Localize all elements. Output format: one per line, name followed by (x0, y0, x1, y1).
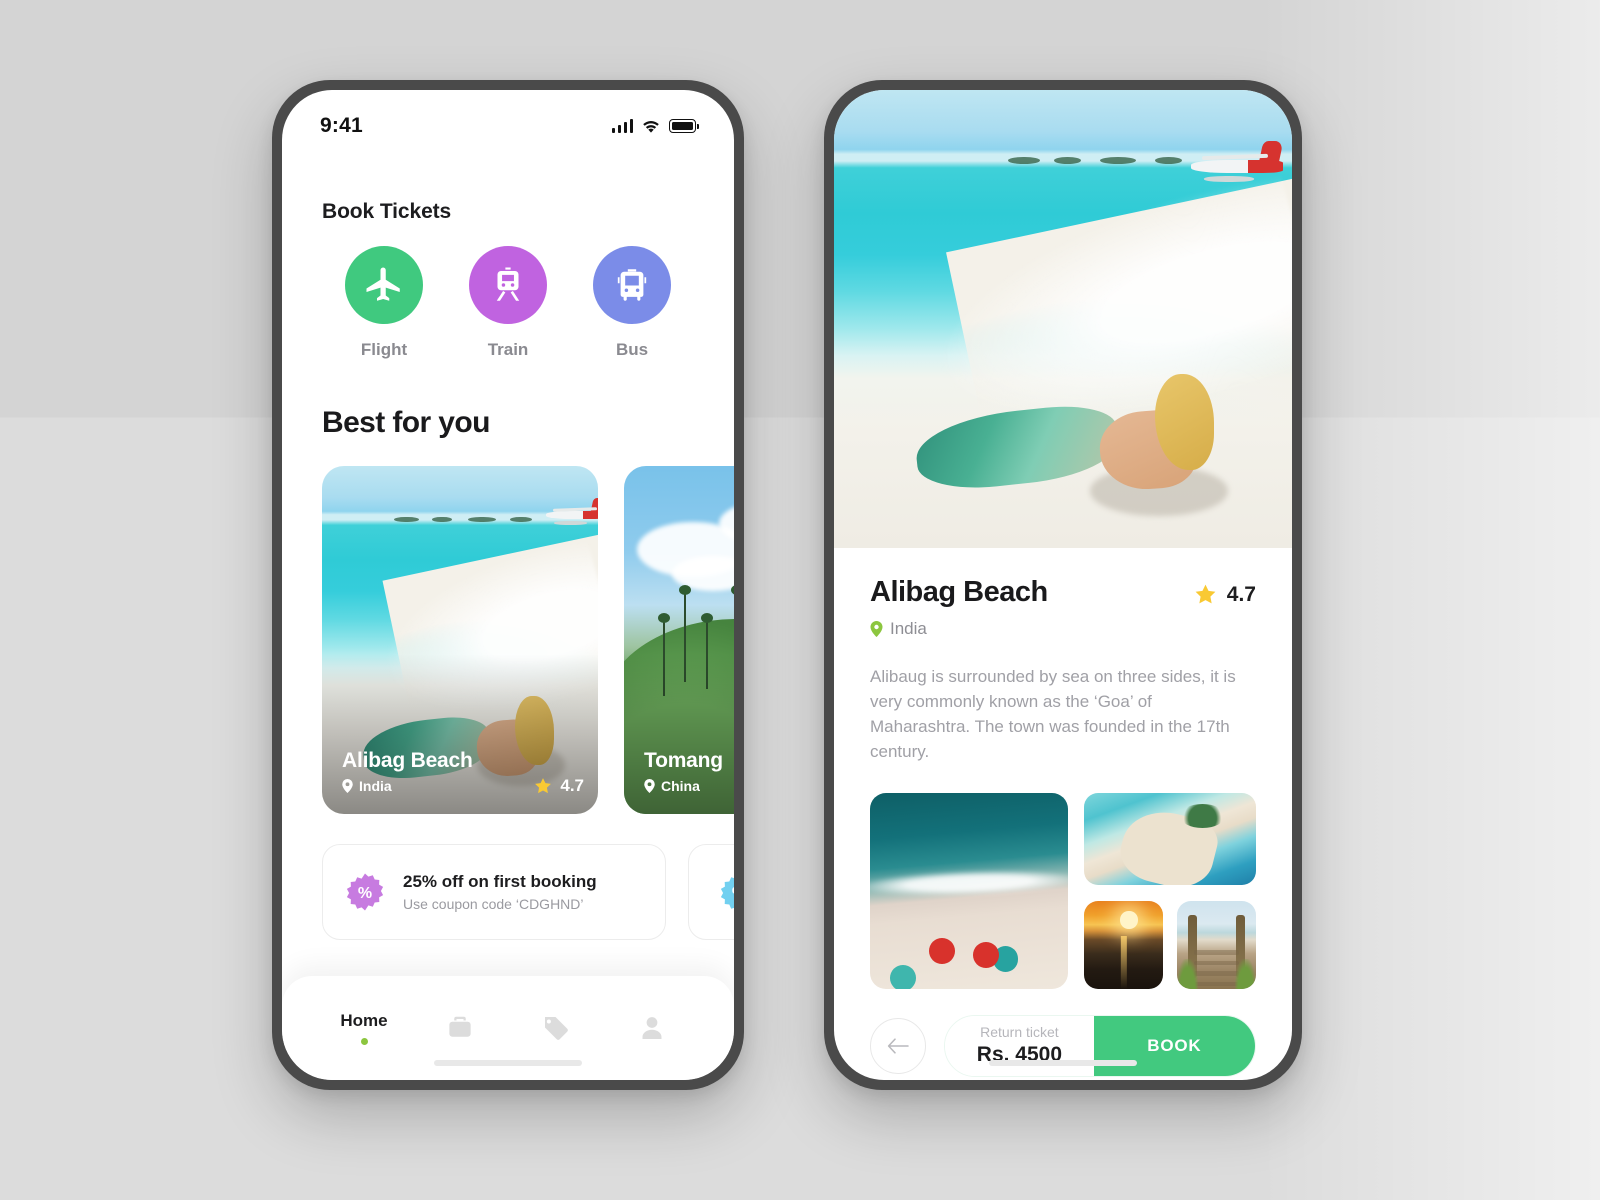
battery-icon (669, 119, 699, 133)
arrow-left-icon (887, 1038, 909, 1054)
price-caption: Return ticket (980, 1023, 1059, 1040)
coupon-title: 25% off on first booking (403, 872, 597, 891)
best-for-you-title: Best for you (322, 406, 490, 439)
detail-screen: Alibag Beach 4.7 India Alibaug is surrou… (834, 90, 1292, 1080)
percent-badge-icon: % (720, 877, 734, 909)
category-bus[interactable]: Bus (570, 246, 694, 360)
status-icons (611, 119, 699, 134)
coupon-subtitle: Use coupon code ‘CDGHND’ (403, 896, 584, 912)
wifi-icon (643, 120, 659, 133)
destination-name: Alibag Beach (342, 749, 473, 772)
destination-location: China (644, 778, 734, 794)
coupon-text: 25% off on first booking Use coupon code… (403, 872, 597, 912)
percent-badge-icon: % (346, 873, 384, 911)
home-indicator (989, 1060, 1137, 1066)
background-gradient (1260, 0, 1600, 1200)
destination-name: Tomang (644, 749, 723, 772)
tab-offers[interactable] (508, 1013, 604, 1043)
detail-description: Alibaug is surrounded by sea on three si… (870, 667, 1236, 761)
detail-header: Alibag Beach 4.7 (870, 576, 1256, 609)
tag-icon (545, 1017, 568, 1040)
star-icon (535, 778, 552, 794)
detail-title: Alibag Beach (870, 576, 1048, 608)
home-indicator (434, 1060, 582, 1066)
status-time: 9:41 (320, 114, 363, 137)
location-pin-icon (644, 779, 655, 793)
book-tickets-title: Book Tickets (322, 200, 452, 223)
gallery-right-column (1084, 792, 1256, 989)
coupon-card-first-booking[interactable]: % 25% off on first booking Use coupon co… (322, 844, 666, 940)
tab-home[interactable]: Home (316, 1011, 412, 1045)
destination-country: India (359, 778, 392, 794)
status-bar: 9:41 (282, 90, 734, 148)
gallery-photo-1[interactable] (870, 792, 1068, 989)
card-meta: Tomang China (644, 749, 734, 794)
tab-profile[interactable] (604, 1013, 700, 1043)
phone-mockup-detail: Alibag Beach 4.7 India Alibaug is surrou… (824, 80, 1302, 1090)
bus-circle[interactable] (593, 246, 671, 324)
active-tab-dot (360, 1038, 368, 1045)
destination-country: China (661, 778, 700, 794)
gallery-photo-2[interactable] (1084, 792, 1256, 885)
bus-icon (617, 269, 647, 301)
gallery-photo-3[interactable] (1084, 900, 1163, 989)
detail-country: India (890, 619, 927, 638)
flight-circle[interactable] (345, 246, 423, 324)
sandbar-island-photo (1084, 792, 1256, 885)
home-screen: 9:41 Book Tickets Flight Train Bus Best … (282, 90, 734, 1080)
price-and-book[interactable]: Return ticket Rs. 4500 BOOK (944, 1014, 1256, 1077)
tab-trips[interactable] (412, 1013, 508, 1043)
category-train-label: Train (487, 340, 529, 359)
train-icon (496, 267, 520, 301)
detail-content: Alibag Beach 4.7 India Alibaug is surrou… (834, 548, 1292, 989)
svg-text:%: % (358, 885, 372, 902)
destination-card-tomang[interactable]: Tomang China (624, 466, 734, 814)
category-train[interactable]: Train (446, 246, 570, 360)
cellular-signal-icon (611, 119, 633, 133)
price-display: Return ticket Rs. 4500 (945, 1015, 1094, 1076)
star-icon (1195, 584, 1216, 604)
boardwalk-photo (1177, 900, 1256, 989)
location-pin-icon (342, 779, 353, 793)
location-pin-icon (870, 621, 883, 637)
phone-mockup-home: 9:41 Book Tickets Flight Train Bus Best … (272, 80, 744, 1090)
beach-photo (834, 90, 1292, 548)
coupon-carousel[interactable]: % 25% off on first booking Use coupon co… (282, 814, 734, 940)
tab-home-label: Home (340, 1011, 388, 1030)
category-bus-label: Bus (615, 340, 649, 359)
svg-text:%: % (732, 885, 734, 902)
train-circle[interactable] (469, 246, 547, 324)
detail-rating-value: 4.7 (1226, 582, 1256, 606)
category-row: Flight Train Bus (282, 224, 734, 360)
destination-card-alibag[interactable]: Alibag Beach India 4.7 (322, 466, 598, 814)
briefcase-icon (449, 1016, 471, 1037)
sunset-photo (1084, 900, 1163, 989)
category-flight[interactable]: Flight (322, 246, 446, 360)
aerial-beach-photo (870, 792, 1068, 989)
detail-location: India (870, 619, 1256, 639)
destination-rating-value: 4.7 (560, 776, 584, 795)
photo-gallery[interactable] (870, 792, 1256, 989)
detail-rating: 4.7 (1193, 576, 1256, 607)
destination-carousel[interactable]: Alibag Beach India 4.7 Tomang China (282, 440, 734, 814)
destination-rating: 4.7 (533, 776, 584, 796)
hero-image (834, 90, 1292, 548)
category-flight-label: Flight (360, 340, 408, 359)
back-button[interactable] (870, 1017, 926, 1074)
plane-icon (366, 267, 400, 301)
book-button[interactable]: BOOK (1093, 1015, 1255, 1076)
person-icon (642, 1017, 662, 1039)
coupon-card-next[interactable]: % (688, 844, 734, 940)
gallery-bottom-row (1084, 900, 1256, 989)
gallery-photo-4[interactable] (1177, 900, 1256, 989)
